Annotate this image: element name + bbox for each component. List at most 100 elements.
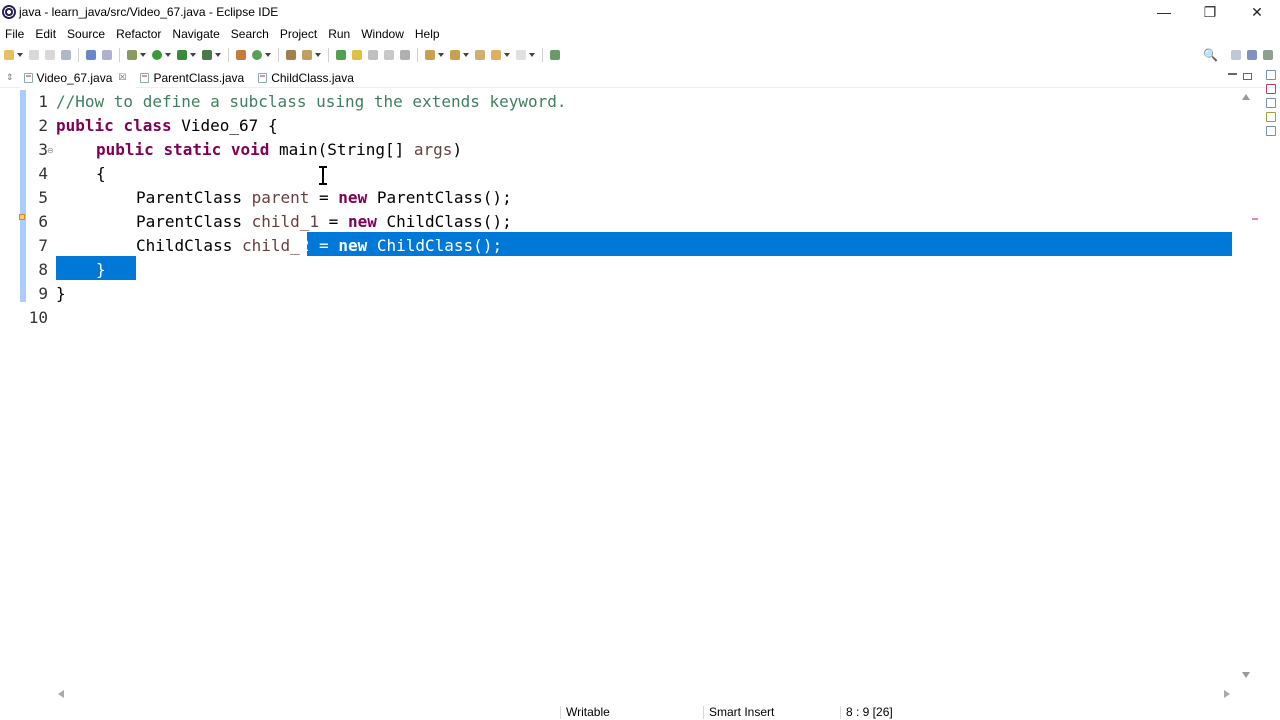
keyword: void bbox=[230, 140, 270, 159]
chevron-down-icon[interactable] bbox=[529, 53, 535, 57]
line-number: 10 bbox=[28, 308, 48, 327]
maximize-view-icon[interactable] bbox=[1243, 73, 1252, 80]
minimize-view-icon[interactable] bbox=[1228, 73, 1237, 82]
tab-video-67[interactable]: Video_67.java ☒ bbox=[19, 67, 137, 88]
save-all-icon[interactable] bbox=[45, 50, 55, 60]
new-java-project-icon[interactable] bbox=[236, 50, 246, 60]
menu-help[interactable]: Help bbox=[410, 24, 446, 44]
save-icon[interactable] bbox=[29, 50, 39, 60]
restore-button[interactable]: ❐ bbox=[1187, 0, 1233, 24]
line-number: 2 bbox=[38, 116, 48, 135]
variable-name: parent bbox=[251, 188, 310, 207]
code-line-1: //How to define a subclass using the ext… bbox=[56, 90, 567, 114]
code-editor[interactable]: 1 2 3 4 5 6 7 8 9 10 ⊖ //How to define a… bbox=[0, 88, 1262, 690]
menu-navigate[interactable]: Navigate bbox=[167, 24, 225, 44]
tab-label: Video_67.java bbox=[36, 70, 113, 85]
block-selection-icon[interactable] bbox=[368, 50, 378, 60]
side-view-strip bbox=[1262, 70, 1280, 150]
java-perspective-icon[interactable] bbox=[1247, 50, 1257, 60]
selected-keyword: new bbox=[338, 236, 368, 255]
skip-breakpoints-icon[interactable] bbox=[102, 50, 112, 60]
status-insert-mode[interactable]: Smart Insert bbox=[709, 705, 774, 719]
run-icon[interactable] bbox=[152, 50, 162, 60]
toolbar-separator bbox=[119, 48, 120, 62]
prev-annotation-icon[interactable] bbox=[450, 50, 460, 60]
back-icon[interactable] bbox=[491, 50, 501, 60]
selected-text: = bbox=[309, 236, 339, 255]
search-icon[interactable]: 🔍 bbox=[1203, 48, 1218, 62]
status-writable: Writable bbox=[566, 705, 610, 719]
pilcrow-icon[interactable] bbox=[400, 50, 410, 60]
status-separator bbox=[840, 706, 841, 719]
fold-icon[interactable]: ⊖ bbox=[47, 146, 54, 155]
debug-perspective-icon[interactable] bbox=[1263, 50, 1273, 60]
keyword: class bbox=[123, 116, 172, 135]
chevron-down-icon[interactable] bbox=[463, 53, 469, 57]
print-icon[interactable] bbox=[61, 50, 71, 60]
open-type-icon[interactable] bbox=[286, 50, 296, 60]
scroll-up-icon[interactable] bbox=[1242, 94, 1250, 100]
coverage-icon[interactable] bbox=[177, 50, 187, 60]
chevron-down-icon[interactable] bbox=[165, 53, 171, 57]
menu-window[interactable]: Window bbox=[356, 24, 410, 44]
toggle-mark-icon[interactable] bbox=[336, 50, 346, 60]
console-icon[interactable] bbox=[1266, 126, 1276, 136]
pin-editor-icon[interactable] bbox=[550, 50, 560, 60]
overview-marker[interactable] bbox=[1252, 218, 1258, 220]
chevron-down-icon[interactable] bbox=[140, 53, 146, 57]
line-number: 9 bbox=[38, 284, 48, 303]
tab-menu-icon[interactable]: ⇕ bbox=[6, 72, 14, 83]
code-text: = bbox=[309, 188, 339, 207]
scroll-left-icon[interactable] bbox=[58, 690, 64, 698]
scroll-right-icon[interactable] bbox=[1224, 690, 1230, 698]
external-tools-icon[interactable] bbox=[202, 50, 212, 60]
task-list-icon[interactable] bbox=[1266, 98, 1276, 108]
chevron-down-icon[interactable] bbox=[190, 53, 196, 57]
chevron-down-icon[interactable] bbox=[215, 53, 221, 57]
menu-source[interactable]: Source bbox=[62, 24, 111, 44]
new-icon[interactable] bbox=[4, 50, 14, 60]
next-annotation-icon[interactable] bbox=[425, 50, 435, 60]
warning-icon[interactable] bbox=[19, 214, 25, 220]
selected-text: ChildClass(); bbox=[367, 236, 503, 255]
chevron-down-icon[interactable] bbox=[438, 53, 444, 57]
toolbar: 🔍 bbox=[0, 44, 1280, 66]
problems-icon[interactable] bbox=[1266, 112, 1276, 122]
debug-icon[interactable] bbox=[127, 50, 137, 60]
search-tool-icon[interactable] bbox=[302, 50, 312, 60]
menu-bar: File Edit Source Refactor Navigate Searc… bbox=[0, 24, 1280, 44]
terminal-icon[interactable] bbox=[86, 50, 96, 60]
eclipse-icon bbox=[2, 5, 16, 19]
menu-edit[interactable]: Edit bbox=[30, 24, 62, 44]
chevron-down-icon[interactable] bbox=[315, 53, 321, 57]
selected-text: } bbox=[96, 260, 106, 279]
minimize-button[interactable]: — bbox=[1141, 0, 1187, 24]
menu-search[interactable]: Search bbox=[226, 24, 275, 44]
scroll-down-icon[interactable] bbox=[1242, 672, 1250, 678]
restore-view-icon[interactable] bbox=[1266, 70, 1276, 80]
menu-file[interactable]: File bbox=[0, 24, 30, 44]
menu-project[interactable]: Project bbox=[275, 24, 323, 44]
highlight-icon[interactable] bbox=[352, 50, 362, 60]
java-file-icon bbox=[258, 72, 268, 83]
tab-child-class[interactable]: ChildClass.java bbox=[254, 68, 364, 88]
new-class-icon[interactable] bbox=[252, 50, 262, 60]
tab-parent-class[interactable]: ParentClass.java bbox=[136, 68, 254, 88]
chevron-down-icon[interactable] bbox=[504, 53, 510, 57]
chevron-down-icon[interactable] bbox=[17, 53, 23, 57]
status-cursor-position[interactable]: 8 : 9 [26] bbox=[846, 705, 893, 719]
open-perspective-icon[interactable] bbox=[1231, 50, 1241, 60]
outline-icon[interactable] bbox=[1266, 84, 1276, 94]
whitespace-icon[interactable] bbox=[384, 50, 394, 60]
menu-refactor[interactable]: Refactor bbox=[111, 24, 167, 44]
close-icon[interactable]: ☒ bbox=[118, 72, 126, 83]
code-line-4: { bbox=[96, 162, 106, 186]
last-edit-icon[interactable] bbox=[475, 50, 485, 60]
forward-icon[interactable] bbox=[516, 50, 526, 60]
close-button[interactable]: ✕ bbox=[1234, 0, 1280, 24]
menu-run[interactable]: Run bbox=[323, 24, 356, 44]
java-file-icon bbox=[23, 72, 33, 83]
overview-ruler[interactable] bbox=[1240, 88, 1258, 690]
chevron-down-icon[interactable] bbox=[265, 53, 271, 57]
horizontal-scrollbar[interactable] bbox=[56, 690, 1232, 700]
